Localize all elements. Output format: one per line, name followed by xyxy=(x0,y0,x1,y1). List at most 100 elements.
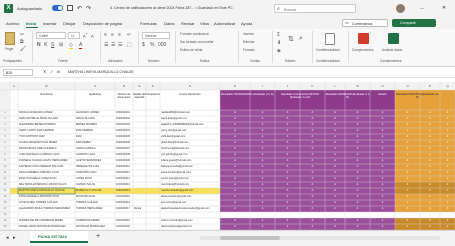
align-middle-icon[interactable]: ≡ xyxy=(111,32,114,38)
column-header-i[interactable]: I xyxy=(250,82,275,90)
column-header-q[interactable]: Q xyxy=(440,82,455,90)
align-left-icon[interactable]: ☰ xyxy=(104,42,108,48)
conditional-format-button[interactable]: Formato condicional xyxy=(180,32,209,36)
copy-icon[interactable]: ⧉ xyxy=(20,39,24,45)
column-header-n[interactable]: N xyxy=(370,82,395,90)
fx-icon[interactable]: fx xyxy=(57,69,60,74)
name-box[interactable]: B25 xyxy=(3,69,33,76)
cancel-formula-icon[interactable]: ✕ xyxy=(43,69,46,74)
column-header-m[interactable]: M xyxy=(345,82,370,90)
sheet-tab-active[interactable]: FICHA 2977824 xyxy=(30,231,88,243)
autosave-toggle[interactable] xyxy=(52,5,63,11)
horizontal-scrollbar[interactable] xyxy=(200,236,440,240)
font-color-icon[interactable]: A xyxy=(79,42,83,49)
menu-dibujar[interactable]: Dibujar xyxy=(63,21,76,26)
column-header-o[interactable]: O xyxy=(395,82,420,90)
search-box[interactable]: ⌕ Buscar xyxy=(274,4,356,13)
thousands-icon[interactable]: 000 xyxy=(158,42,166,48)
align-top-icon[interactable]: ≡ xyxy=(104,32,107,38)
italic-button[interactable]: K xyxy=(44,42,47,48)
result-cell[interactable]: A xyxy=(325,206,345,212)
cut-icon[interactable]: ✂ xyxy=(20,32,24,38)
result-cell[interactable]: A xyxy=(370,206,395,212)
align-bottom-icon[interactable]: ≡ xyxy=(118,32,121,38)
menu-vista[interactable]: Vista xyxy=(200,21,209,26)
result-cell[interactable]: A xyxy=(345,206,370,212)
increase-font-icon[interactable]: A+ xyxy=(83,32,88,38)
next-sheet-icon[interactable]: ▸ xyxy=(13,235,16,241)
addins-icon[interactable] xyxy=(358,33,369,44)
table-format-button[interactable]: Dar formato como tabla xyxy=(180,40,213,44)
menu-insertar[interactable]: Insertar xyxy=(43,21,57,26)
decrease-font-icon[interactable]: A- xyxy=(91,32,95,38)
column-header-l[interactable]: L xyxy=(325,82,345,90)
fill-color-icon[interactable]: ◇ xyxy=(69,42,73,49)
menu-datos[interactable]: Datos xyxy=(164,21,174,26)
result-cell[interactable]: A xyxy=(220,206,250,212)
merge-cells-icon[interactable]: ⬚ xyxy=(127,42,132,48)
format-painter-icon[interactable]: 🖌 xyxy=(20,46,26,52)
prev-sheet-icon[interactable]: ◂ xyxy=(6,235,9,241)
column-header-c[interactable]: C xyxy=(75,82,115,90)
wrap-text-icon[interactable]: ↵ xyxy=(127,32,131,38)
font-name-select[interactable]: Calibri xyxy=(36,32,66,39)
bold-button[interactable]: N xyxy=(37,42,41,48)
align-right-icon[interactable]: ☰ xyxy=(118,42,122,48)
confirm-formula-icon[interactable]: ✓ xyxy=(50,69,53,74)
column-header-k[interactable]: K xyxy=(300,82,325,90)
result-cell[interactable]: A xyxy=(420,206,440,212)
spreadsheet-grid[interactable]: A B C D E F G H I J K L M N O P Q Nombre(s) Apellido(s) Núm… xyxy=(0,82,455,246)
comments-button[interactable]: ▭ Comentarios xyxy=(342,19,388,27)
menu-ayuda[interactable]: Ayuda xyxy=(241,21,252,26)
paste-icon[interactable] xyxy=(5,32,15,45)
cell-styles-button[interactable]: Estilos de celda xyxy=(180,48,202,52)
find-icon[interactable]: ⌕ xyxy=(299,35,303,43)
sensitivity-button[interactable]: Confidencialidad xyxy=(316,48,340,52)
column-header-p[interactable]: P xyxy=(420,82,440,90)
menu-archivo[interactable]: Archivo xyxy=(6,21,19,26)
column-header-g[interactable]: G xyxy=(160,82,220,90)
menu-revisar[interactable]: Revisar xyxy=(181,21,195,26)
sort-filter-icon[interactable]: ⇅ xyxy=(288,35,294,43)
insert-cells-button[interactable]: Insertar xyxy=(243,32,254,36)
redo-icon[interactable]: ↷ xyxy=(86,5,91,12)
result-cell[interactable]: A xyxy=(395,206,420,212)
share-button[interactable]: Compartir xyxy=(392,19,436,27)
column-header-a[interactable]: A xyxy=(10,82,18,90)
column-header-e[interactable]: E xyxy=(133,82,146,90)
fill-icon[interactable]: ⬇ xyxy=(277,40,281,46)
column-header-j[interactable]: J xyxy=(275,82,300,90)
column-header-f[interactable]: F xyxy=(146,82,160,90)
user-avatar[interactable] xyxy=(396,4,405,13)
undo-icon[interactable]: ↶ xyxy=(77,5,82,12)
borders-icon[interactable]: ⊞ xyxy=(59,42,63,48)
currency-icon[interactable]: $ xyxy=(142,42,145,48)
menu-automatizar[interactable]: Automatizar xyxy=(214,21,235,26)
percent-icon[interactable]: % xyxy=(150,42,154,48)
menu-formulas[interactable]: Fórmulas xyxy=(140,21,157,26)
close-button[interactable]: ✕ xyxy=(442,5,446,11)
underline-button[interactable]: S xyxy=(51,42,54,48)
add-sheet-button[interactable]: + xyxy=(96,233,100,240)
result-cell[interactable]: A xyxy=(300,206,325,212)
result-cell[interactable]: A xyxy=(250,206,275,212)
column-header-h[interactable]: H xyxy=(220,82,250,90)
scrollbar-thumb[interactable] xyxy=(220,236,280,240)
save-icon[interactable] xyxy=(67,5,73,11)
result-cell[interactable]: A xyxy=(440,206,455,212)
clear-icon[interactable]: ◈ xyxy=(277,48,281,54)
column-header-b[interactable]: B xyxy=(18,82,75,90)
result-cell[interactable]: A xyxy=(275,206,300,212)
addins-button[interactable]: Complementos xyxy=(352,48,373,52)
column-header-d[interactable]: D xyxy=(115,82,133,90)
formula-input[interactable]: MARTHA LINEYA MARQUILLO CHAUJE xyxy=(66,69,452,76)
font-size-select[interactable]: 11 xyxy=(68,32,80,39)
delete-cells-button[interactable]: Eliminar xyxy=(243,40,255,44)
minimize-button[interactable]: — xyxy=(420,5,424,10)
menu-inicio[interactable]: Inicio xyxy=(26,21,36,26)
menu-disposicion[interactable]: Disposición de página xyxy=(83,21,122,26)
format-cells-button[interactable]: Formato xyxy=(243,48,255,52)
analyze-data-icon[interactable] xyxy=(388,33,399,44)
autosum-icon[interactable]: Σ xyxy=(277,32,280,38)
analyze-data-button[interactable]: Analizar datos xyxy=(382,48,402,52)
